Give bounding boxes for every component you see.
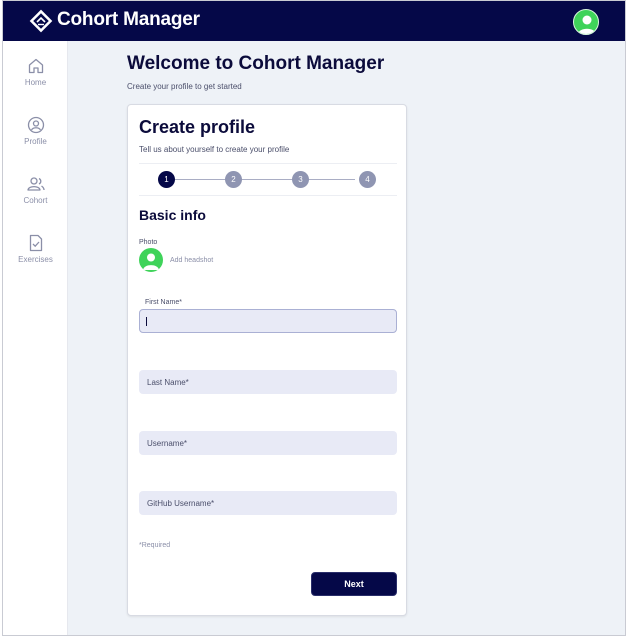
text-caret xyxy=(146,317,147,326)
app-title: Cohort Manager xyxy=(57,9,200,30)
step-1[interactable]: 1 xyxy=(158,171,175,188)
stepper-line xyxy=(175,179,355,180)
exercises-icon xyxy=(29,234,42,252)
create-profile-card: Create profile Tell us about yourself to… xyxy=(127,104,407,616)
headshot-avatar[interactable] xyxy=(139,248,163,272)
cohort-icon xyxy=(26,177,45,191)
diamond-logo-icon[interactable] xyxy=(29,9,53,33)
first-name-input[interactable] xyxy=(139,309,397,333)
first-name-label: First Name* xyxy=(145,299,182,306)
user-avatar[interactable] xyxy=(573,9,599,35)
section-title: Basic info xyxy=(139,207,206,223)
username-input[interactable] xyxy=(139,431,397,455)
sidebar-item-label: Cohort xyxy=(23,196,48,205)
card-title: Create profile xyxy=(139,117,256,137)
github-username-input[interactable] xyxy=(139,491,397,515)
step-2[interactable]: 2 xyxy=(225,171,242,188)
sidebar-item-home[interactable]: Home xyxy=(3,57,68,107)
profile-icon xyxy=(27,116,44,134)
sidebar-item-exercises[interactable]: Exercises xyxy=(3,234,68,284)
card-subtitle: Tell us about yourself to create your pr… xyxy=(139,145,290,154)
user-avatar-icon xyxy=(143,253,159,270)
top-header: Cohort Manager xyxy=(3,1,625,41)
last-name-input[interactable] xyxy=(139,370,397,394)
progress-stepper: 1 2 3 4 xyxy=(158,171,376,189)
home-icon xyxy=(28,58,43,74)
app-window: Cohort Manager Home Profile Cohort Exerc… xyxy=(2,0,626,636)
step-3[interactable]: 3 xyxy=(292,171,309,188)
page-subtitle: Create your profile to get started xyxy=(127,82,242,91)
sidebar: Home Profile Cohort Exercises xyxy=(3,41,68,635)
page-title: Welcome to Cohort Manager xyxy=(127,53,385,74)
step-4[interactable]: 4 xyxy=(359,171,376,188)
sidebar-item-label: Home xyxy=(24,78,47,87)
add-headshot-link[interactable]: Add headshot xyxy=(170,257,213,264)
next-button[interactable]: Next xyxy=(311,572,397,596)
sidebar-item-label: Profile xyxy=(24,137,47,146)
required-note: *Required xyxy=(139,542,171,549)
divider xyxy=(139,195,397,196)
divider xyxy=(139,163,397,164)
photo-label: Photo xyxy=(139,239,158,246)
sidebar-item-profile[interactable]: Profile xyxy=(3,116,68,166)
user-avatar-icon xyxy=(578,15,596,34)
sidebar-item-cohort[interactable]: Cohort xyxy=(3,175,68,225)
sidebar-item-label: Exercises xyxy=(18,255,53,264)
